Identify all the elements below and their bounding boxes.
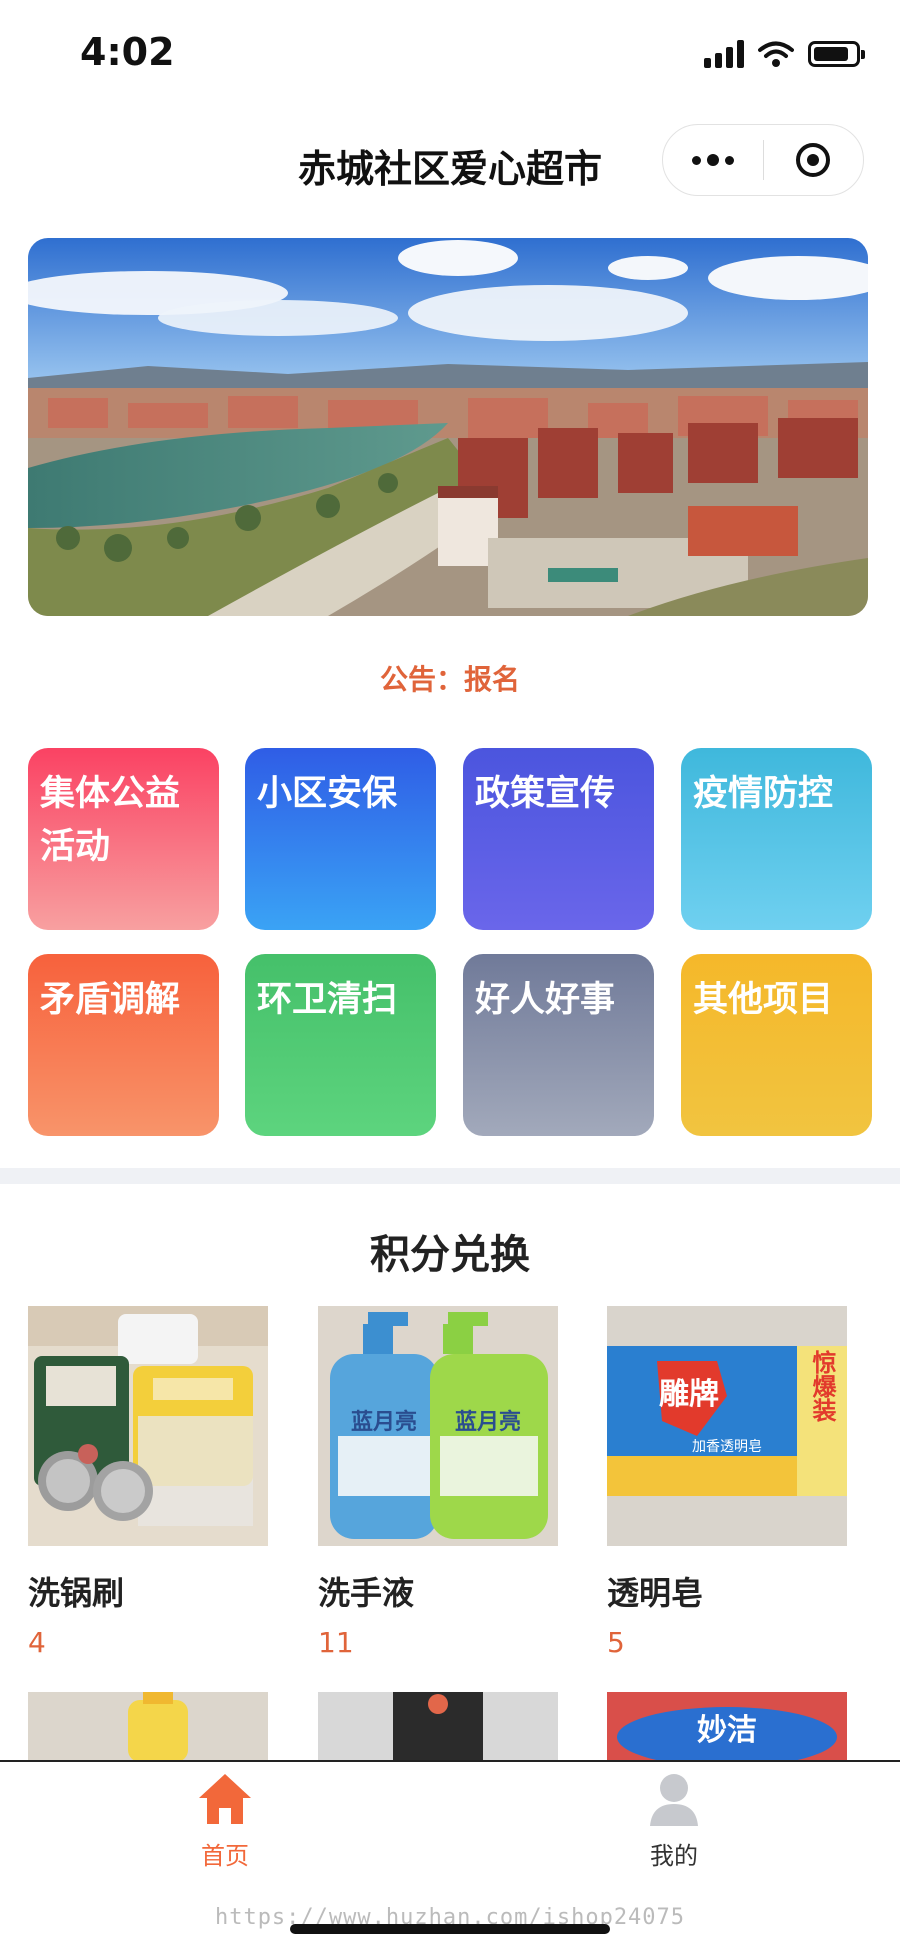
tab-mine-label: 我的 bbox=[650, 1842, 698, 1870]
nav-bar: 赤城社区爱心超市 bbox=[0, 110, 900, 210]
tab-mine[interactable]: 我的 bbox=[574, 1772, 774, 1871]
home-icon bbox=[199, 1774, 251, 1824]
product-card-partial[interactable] bbox=[28, 1692, 268, 1762]
category-sanitation[interactable]: 环卫清扫 bbox=[245, 954, 436, 1136]
category-community-security[interactable]: 小区安保 bbox=[245, 748, 436, 930]
mini-program-capsule bbox=[662, 124, 864, 196]
status-icons bbox=[704, 40, 865, 68]
home-indicator[interactable] bbox=[290, 1924, 610, 1934]
status-time: 4:02 bbox=[80, 30, 175, 74]
product-card-partial[interactable]: 妙洁 bbox=[607, 1692, 847, 1762]
product-image-scrubber bbox=[28, 1306, 268, 1546]
category-other-projects[interactable]: 其他项目 bbox=[681, 954, 872, 1136]
category-good-deeds[interactable]: 好人好事 bbox=[463, 954, 654, 1136]
category-epidemic-control[interactable]: 疫情防控 bbox=[681, 748, 872, 930]
product-brand-text: 蓝月亮 bbox=[351, 1409, 417, 1435]
category-label: 好人好事 bbox=[475, 980, 616, 1020]
wifi-icon bbox=[758, 41, 794, 67]
category-label: 集体公益活动 bbox=[40, 774, 181, 867]
category-public-welfare[interactable]: 集体公益活动 bbox=[28, 748, 219, 930]
product-name: 洗手液 bbox=[318, 1574, 415, 1612]
category-dispute-mediation[interactable]: 矛盾调解 bbox=[28, 954, 219, 1136]
product-brand-text: 蓝月亮 bbox=[455, 1409, 521, 1435]
product-image-hand-wash: 蓝月亮 蓝月亮 bbox=[318, 1306, 558, 1546]
product-card[interactable]: 雕牌 加香透明皂 惊爆装 透明皂 5 bbox=[607, 1306, 847, 1659]
category-label: 其他项目 bbox=[693, 980, 834, 1020]
product-points: 5 bbox=[607, 1626, 625, 1659]
product-card[interactable]: 蓝月亮 蓝月亮 洗手液 11 bbox=[318, 1306, 558, 1659]
signal-icon bbox=[704, 40, 744, 68]
banner-image[interactable] bbox=[28, 238, 868, 616]
category-label: 环卫清扫 bbox=[257, 980, 398, 1020]
tab-home-label: 首页 bbox=[201, 1842, 249, 1870]
category-label: 疫情防控 bbox=[693, 774, 834, 814]
soap-sub-text: 加香透明皂 bbox=[692, 1439, 762, 1455]
tab-home[interactable]: 首页 bbox=[125, 1772, 325, 1871]
product-points: 4 bbox=[28, 1626, 46, 1659]
close-mini-program-button[interactable] bbox=[764, 125, 864, 195]
product-card[interactable]: 洗锅刷 4 bbox=[28, 1306, 268, 1659]
section-divider bbox=[0, 1168, 900, 1184]
row2-brand-text: 妙洁 bbox=[697, 1713, 757, 1748]
product-name: 透明皂 bbox=[607, 1574, 704, 1612]
exchange-section-title: 积分兑换 bbox=[370, 1232, 530, 1278]
category-label: 矛盾调解 bbox=[40, 980, 181, 1020]
product-name: 洗锅刷 bbox=[28, 1574, 125, 1612]
product-image-soap: 雕牌 加香透明皂 惊爆装 bbox=[607, 1306, 847, 1546]
user-icon bbox=[650, 1774, 698, 1826]
product-points: 11 bbox=[318, 1626, 354, 1659]
notice-text[interactable]: 公告：报名 bbox=[0, 658, 900, 698]
battery-icon bbox=[808, 41, 865, 67]
category-label: 政策宣传 bbox=[475, 774, 616, 814]
soap-brand-text: 雕牌 bbox=[659, 1377, 719, 1412]
product-card-partial[interactable] bbox=[318, 1692, 558, 1762]
more-menu-button[interactable] bbox=[663, 125, 763, 195]
soap-promo-text: 惊爆装 bbox=[808, 1349, 836, 1423]
category-policy-publicity[interactable]: 政策宣传 bbox=[463, 748, 654, 930]
target-icon bbox=[796, 143, 831, 177]
status-bar: 4:02 bbox=[0, 0, 900, 110]
category-label: 小区安保 bbox=[257, 774, 398, 814]
